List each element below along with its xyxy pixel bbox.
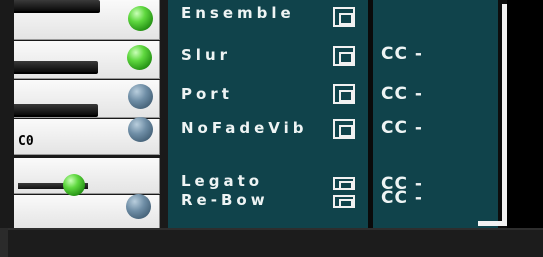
cc-slur[interactable]: CC - bbox=[381, 44, 423, 64]
toggle-rebow[interactable] bbox=[333, 195, 355, 208]
right-background bbox=[507, 0, 543, 228]
bottom-edge bbox=[0, 228, 8, 257]
led-slur-icon[interactable] bbox=[127, 45, 152, 70]
column-divider bbox=[368, 0, 373, 228]
label-port: Port bbox=[181, 85, 233, 103]
toggle-slur[interactable] bbox=[333, 46, 355, 66]
black-key[interactable] bbox=[14, 61, 98, 74]
bottom-bar bbox=[0, 228, 543, 257]
label-ensemble: Ensemble bbox=[181, 4, 295, 22]
led-nofadevib-icon[interactable] bbox=[128, 117, 153, 142]
toggle-legato[interactable] bbox=[333, 177, 355, 190]
black-key[interactable] bbox=[14, 0, 100, 13]
frame-corner-horizontal bbox=[478, 221, 507, 226]
led-rebow-icon[interactable] bbox=[126, 194, 151, 219]
label-legato: Legato bbox=[181, 172, 264, 190]
label-rebow: Re-Bow bbox=[181, 191, 269, 209]
toggle-nofadevib[interactable] bbox=[333, 119, 355, 139]
led-ensemble-icon[interactable] bbox=[128, 6, 153, 31]
toggle-ensemble[interactable] bbox=[333, 7, 355, 27]
cc-nofadevib[interactable]: CC - bbox=[381, 118, 423, 138]
black-key[interactable] bbox=[14, 104, 98, 117]
octave-label: C0 bbox=[18, 134, 34, 149]
cc-rebow[interactable]: CC - bbox=[381, 188, 423, 208]
led-legato-icon[interactable] bbox=[63, 174, 85, 196]
label-slur: Slur bbox=[181, 46, 232, 64]
keyswitch-keyboard: C0 bbox=[0, 0, 168, 230]
label-nofadevib: NoFadeVib bbox=[181, 119, 308, 137]
cc-port[interactable]: CC - bbox=[381, 84, 423, 104]
led-port-icon[interactable] bbox=[128, 84, 153, 109]
toggle-port[interactable] bbox=[333, 84, 355, 104]
